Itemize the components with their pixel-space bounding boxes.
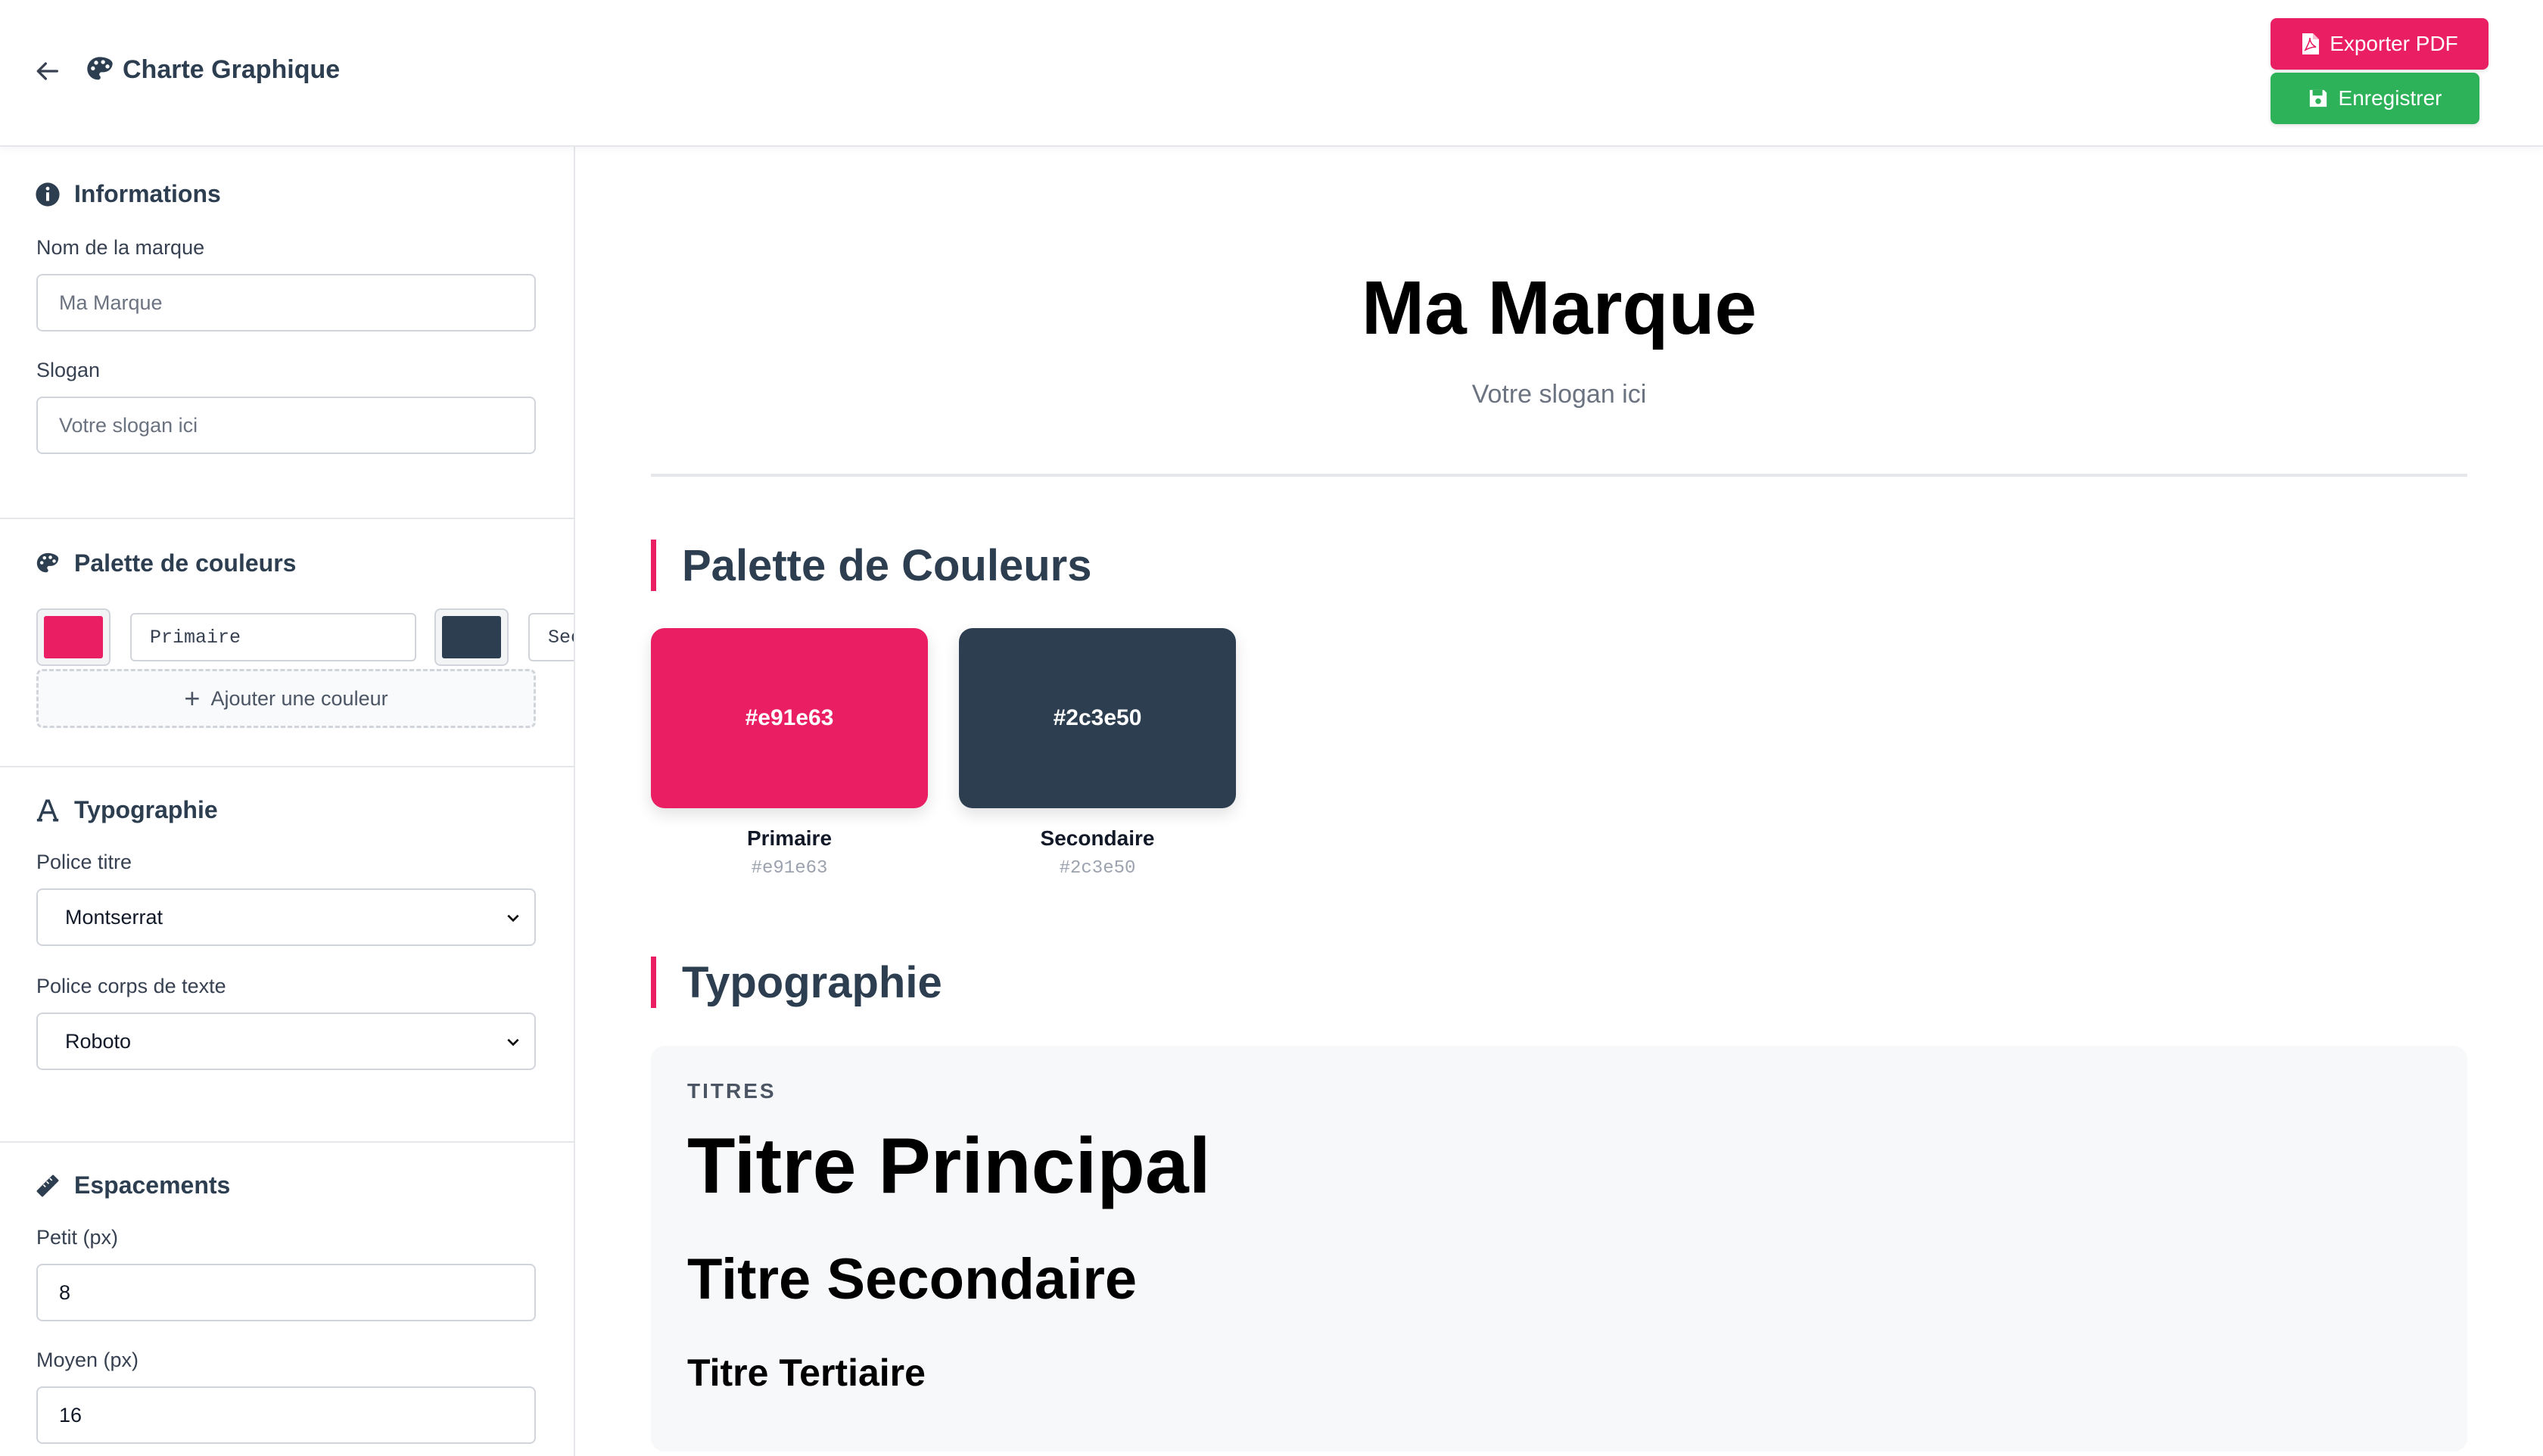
slogan-input[interactable]: Votre slogan ici: [36, 397, 536, 454]
page-title-wrap: Charte Graphique: [85, 54, 340, 85]
color-picker-secondary[interactable]: [434, 608, 509, 666]
small-spacing-label: Petit (px): [36, 1226, 119, 1249]
spacing-section: Espacements Petit (px) 8 Moyen (px) 16: [0, 1141, 574, 1456]
back-arrow-icon[interactable]: [32, 56, 62, 86]
color-card-name-secondary: Secondaire: [1040, 826, 1155, 850]
title-tertiary-sample: Titre Tertiaire: [687, 1352, 926, 1394]
informations-section: Informations Nom de la marque Ma Marque …: [0, 147, 574, 519]
title-secondary-sample: Titre Secondaire: [687, 1247, 1138, 1311]
font-icon: [36, 799, 59, 821]
top-header: Charte Graphique Exporter PDF Enregistre…: [0, 0, 2543, 147]
preview-brand-name: Ma Marque: [1361, 266, 1757, 350]
informations-title: Informations: [74, 180, 221, 207]
save-button[interactable]: Enregistrer: [2271, 73, 2479, 124]
heading-font-select[interactable]: Montserrat: [36, 888, 536, 946]
palette-header: Palette de couleurs: [35, 549, 296, 577]
preview-slogan: Votre slogan ici: [1471, 380, 1647, 409]
palette-title: Palette de couleurs: [74, 549, 297, 577]
save-label: Enregistrer: [2338, 86, 2442, 110]
spacing-title: Espacements: [74, 1171, 231, 1199]
medium-spacing-input[interactable]: 16: [36, 1386, 536, 1444]
brand-name-label: Nom de la marque: [36, 236, 205, 259]
heading-font-label: Police titre: [36, 851, 132, 873]
info-icon: [36, 182, 60, 207]
color-card-secondary: #2c3e50: [959, 628, 1236, 808]
small-spacing-input[interactable]: 8: [36, 1264, 536, 1321]
pdf-file-icon: [2302, 33, 2320, 54]
preview-divider: [651, 474, 2467, 477]
color-swatch-primary: [44, 616, 103, 658]
typography-heading: Typographie: [651, 957, 942, 1008]
export-pdf-button[interactable]: Exporter PDF: [2271, 18, 2489, 70]
ruler-icon: [36, 1174, 59, 1196]
slogan-label: Slogan: [36, 359, 101, 381]
color-name-input-primary[interactable]: Primaire: [130, 613, 416, 661]
color-card-name-primary: Primaire: [746, 826, 833, 850]
save-disk-icon: [2309, 89, 2327, 107]
color-card-primary: #e91e63: [651, 628, 928, 808]
informations-header: Informations: [35, 180, 221, 208]
add-color-label: Ajouter une couleur: [210, 686, 388, 710]
add-color-button[interactable]: + Ajouter une couleur: [36, 669, 536, 728]
plus-icon: +: [184, 683, 201, 714]
titles-label: TITRES: [687, 1079, 777, 1103]
chevron-down-icon: [507, 1038, 519, 1047]
settings-sidebar: Informations Nom de la marque Ma Marque …: [0, 147, 575, 1456]
palette-icon: [36, 552, 59, 572]
heading-font-value: Montserrat: [65, 905, 163, 929]
typography-header: Typographie: [35, 796, 218, 824]
spacing-header: Espacements: [35, 1171, 230, 1199]
body-font-select[interactable]: Roboto: [36, 1013, 536, 1070]
color-swatch-secondary: [442, 616, 501, 658]
typography-preview-box: TITRES Titre Principal Titre Secondaire …: [651, 1046, 2467, 1451]
typography-title: Typographie: [74, 796, 218, 823]
color-picker-primary[interactable]: [36, 608, 110, 666]
typography-section: Typographie Police titre Montserrat Poli…: [0, 766, 574, 1143]
medium-spacing-label: Moyen (px): [36, 1349, 139, 1371]
export-pdf-label: Exporter PDF: [2330, 32, 2458, 55]
palette-icon: [87, 57, 113, 80]
color-name-input-secondary[interactable]: Secondaire: [528, 613, 574, 661]
color-card-hex-secondary: #2c3e50: [1059, 858, 1136, 879]
color-card-hex-primary: #e91e63: [751, 858, 828, 879]
body-font-label: Police corps de texte: [36, 975, 226, 997]
body-font-value: Roboto: [65, 1029, 132, 1053]
page-title: Charte Graphique: [123, 54, 341, 84]
palette-heading: Palette de Couleurs: [651, 540, 1091, 591]
chevron-down-icon: [507, 914, 519, 922]
brand-name-input[interactable]: Ma Marque: [36, 274, 536, 331]
title-primary-sample: Titre Principal: [687, 1122, 1211, 1210]
